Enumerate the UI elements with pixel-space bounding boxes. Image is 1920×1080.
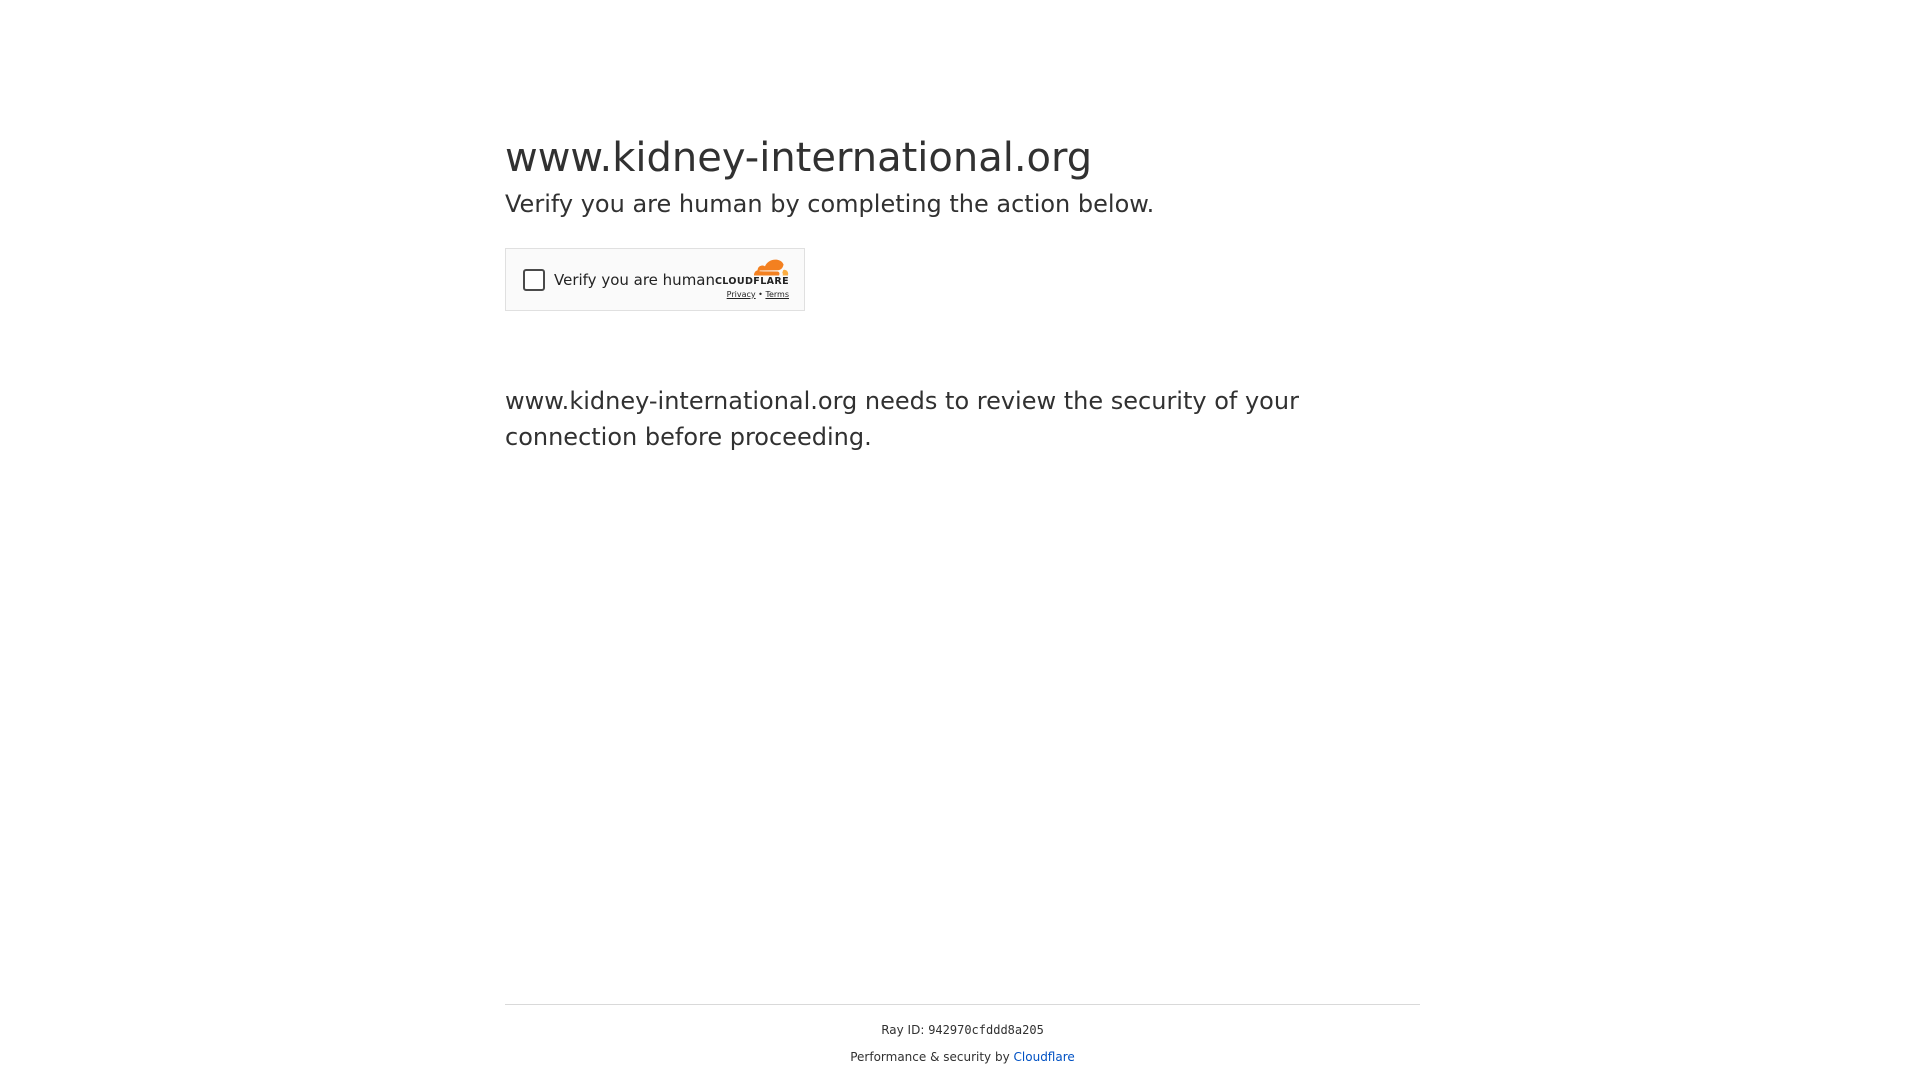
page: www.kidney-international.org Verify you … bbox=[0, 0, 1920, 1080]
cloudflare-link[interactable]: Cloudflare bbox=[1014, 1050, 1075, 1064]
verify-checkbox-label[interactable]: Verify you are human bbox=[554, 271, 715, 289]
link-separator: • bbox=[758, 290, 763, 299]
turnstile-widget: Verify you are human CLOUDFLARE Privacy … bbox=[505, 248, 805, 311]
main-content: www.kidney-international.org Verify you … bbox=[505, 130, 1420, 455]
footer: Ray ID: 942970cfddd8a205 Performance & s… bbox=[505, 1004, 1420, 1065]
performance-text: Performance & security by bbox=[850, 1050, 1010, 1064]
widget-links: Privacy • Terms bbox=[727, 290, 789, 299]
ray-id-label: Ray ID: bbox=[881, 1023, 925, 1037]
privacy-link[interactable]: Privacy bbox=[727, 290, 756, 299]
site-title: www.kidney-international.org bbox=[505, 135, 1093, 181]
cloudflare-branding: CLOUDFLARE Privacy • Terms bbox=[711, 259, 789, 299]
ray-id-line: Ray ID: 942970cfddd8a205 bbox=[505, 1022, 1420, 1038]
terms-link[interactable]: Terms bbox=[765, 290, 789, 299]
security-review-text: www.kidney-international.org needs to re… bbox=[505, 387, 1299, 451]
ray-id-value: 942970cfddd8a205 bbox=[928, 1023, 1044, 1037]
cloudflare-cloud-icon bbox=[754, 259, 789, 276]
verification-subtitle: Verify you are human by completing the a… bbox=[505, 190, 1155, 218]
verify-checkbox[interactable] bbox=[523, 268, 545, 291]
cloudflare-wordmark: CLOUDFLARE bbox=[714, 276, 789, 287]
cloudflare-logo: CLOUDFLARE bbox=[715, 259, 789, 287]
performance-line: Performance & security by Cloudflare bbox=[505, 1049, 1420, 1065]
